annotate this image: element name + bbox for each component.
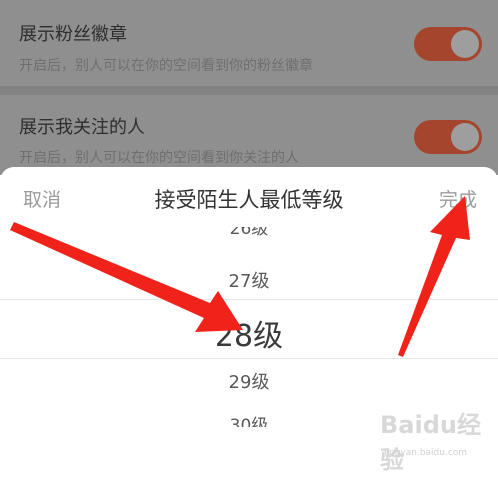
baidu-watermark: Baidu经验	[380, 411, 481, 474]
arrow-to-done-icon	[398, 196, 470, 357]
baidu-watermark-url: jingyan.baidu.com	[384, 448, 468, 458]
arrow-to-selected-icon	[10, 222, 243, 332]
